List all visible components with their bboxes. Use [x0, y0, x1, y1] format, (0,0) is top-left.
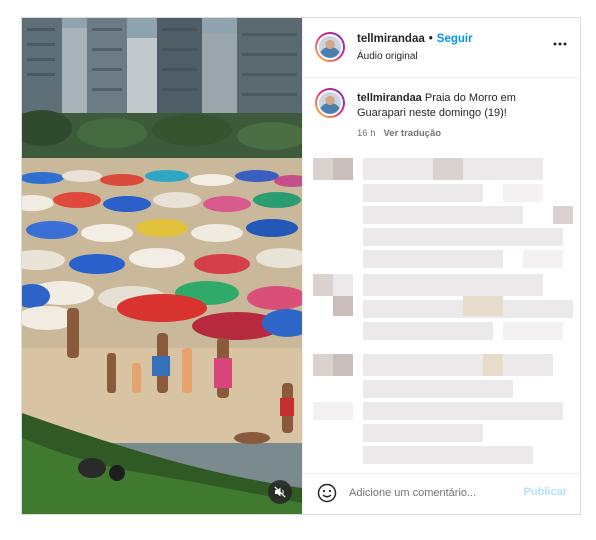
username-link[interactable]: tellmirandaa [357, 33, 425, 45]
speaker-muted-icon [274, 486, 286, 498]
more-horizontal-icon [553, 42, 567, 46]
caption-meta: 16 h Ver tradução [357, 128, 441, 139]
pixelated-comments [313, 158, 573, 464]
comment-input[interactable] [349, 483, 509, 503]
audio-link[interactable]: Áudio original [357, 51, 418, 62]
separator-dot: • [428, 33, 433, 45]
blurred-comments-area [303, 154, 581, 474]
beach-crowd-photo [22, 18, 302, 514]
instagram-post-card: tellmirandaa • Seguir Áudio original tellm… [21, 17, 581, 515]
avatar-image [317, 90, 343, 116]
post-timestamp[interactable]: 16 h [357, 128, 376, 139]
caption-avatar[interactable] [315, 88, 345, 118]
follow-button[interactable]: Seguir [437, 33, 473, 45]
smiley-face-icon[interactable] [317, 483, 337, 503]
publish-button[interactable]: Publicar [524, 486, 567, 498]
see-translation-button[interactable]: Ver tradução [384, 128, 442, 139]
post-caption: tellmirandaa Praia do Morro em Guarapari… [357, 91, 567, 121]
comment-bar: Publicar [303, 473, 581, 514]
avatar[interactable] [315, 32, 345, 62]
avatar-image [317, 34, 343, 60]
mute-toggle-button[interactable] [268, 480, 292, 504]
post-header: tellmirandaa • Seguir Áudio original [303, 18, 581, 78]
post-side-panel: tellmirandaa • Seguir Áudio original tellm… [302, 18, 581, 514]
caption-username[interactable]: tellmirandaa [357, 92, 422, 104]
more-options-button[interactable] [553, 38, 567, 46]
post-photo[interactable] [22, 18, 302, 514]
header-user-line: tellmirandaa • Seguir [357, 33, 473, 45]
